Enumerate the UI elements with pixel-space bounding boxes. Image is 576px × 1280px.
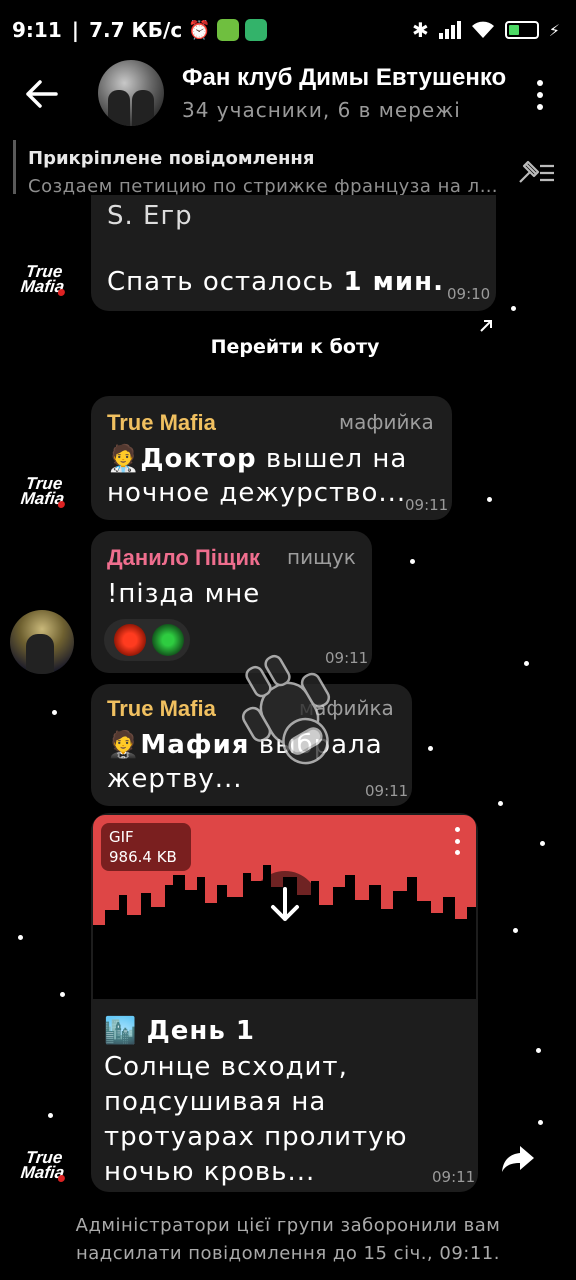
sender-role: мафийка: [339, 410, 434, 434]
battery-icon: [504, 21, 539, 39]
download-button[interactable]: [251, 871, 319, 939]
status-time: 9:11: [12, 18, 62, 42]
true-mafia-avatar[interactable]: True Mafia: [16, 262, 70, 300]
message-line: S. Егр: [107, 201, 193, 231]
astronaut-sticker-icon: [241, 654, 331, 765]
go-to-bot-button[interactable]: Перейти к боту: [0, 336, 576, 358]
message-time: 09:11: [365, 782, 409, 800]
app-notification-icon: [216, 19, 239, 41]
city-emoji: 🏙️: [104, 1016, 138, 1046]
message-text: Спать осталось 1 мин.: [107, 267, 444, 297]
sender-name[interactable]: True Mafia: [107, 696, 216, 722]
pinned-title: Прикріплене повідомлення: [28, 148, 315, 169]
bluetooth-icon: ✱: [412, 18, 429, 42]
mafia-emoji: 🤵: [107, 730, 141, 760]
chat-member-count: 34 учасники, 6 в мережі: [182, 98, 461, 122]
pinned-indicator: [13, 140, 16, 194]
sender-role: пищук: [287, 545, 356, 569]
message-title: 🏙️ День 1: [104, 1016, 255, 1046]
true-mafia-avatar[interactable]: True Mafia: [16, 1148, 70, 1186]
user-avatar[interactable]: [10, 610, 74, 674]
network-speed: 7.7 КБ/с: [89, 18, 183, 42]
group-avatar[interactable]: [98, 60, 164, 126]
message-bubble[interactable]: S. Егр Спать осталось 1 мин. 09:10: [91, 195, 496, 311]
status-divider: |: [71, 18, 80, 42]
signal-icon: [438, 21, 461, 39]
message-line: тротуарах пролитую: [104, 1122, 408, 1152]
charging-icon: ⚡: [548, 20, 560, 40]
message-line: ночью кровь...: [104, 1157, 316, 1187]
message-bubble[interactable]: True Mafia мафийка 🧑‍⚕️Доктор вышел на н…: [91, 396, 452, 520]
wifi-icon: [471, 21, 494, 38]
back-arrow-icon[interactable]: [24, 78, 60, 110]
message-line: ночное дежурство...: [107, 478, 407, 508]
restriction-notice: Адміністратори цієї групи заборонили вам…: [75, 1215, 501, 1264]
true-mafia-avatar[interactable]: True Mafia: [16, 474, 70, 512]
status-bar: 9:11 | 7.7 КБ/с ⏰ ✱ ⚡: [0, 0, 576, 60]
message-time: 09:11: [405, 496, 449, 514]
message-line: подсушивая на: [104, 1087, 327, 1117]
heart-fire-reaction-icon[interactable]: [114, 624, 146, 656]
pinned-message-bar[interactable]: Прикріплене повідомлення Создаем петицию…: [0, 136, 576, 202]
download-icon: [271, 887, 299, 921]
message-text: !пізда мне: [107, 579, 261, 609]
sender-name[interactable]: True Mafia: [107, 410, 216, 436]
alarm-icon: ⏰: [188, 19, 211, 41]
message-line: Солнце всходит,: [104, 1052, 348, 1082]
message-time: 09:10: [447, 285, 491, 303]
sender-name[interactable]: Данило Піщик: [107, 545, 260, 571]
gif-menu-icon[interactable]: [451, 827, 463, 855]
chat-header: Фан клуб Димы Евтушенко 34 учасники, 6 в…: [0, 60, 576, 130]
doctor-emoji: 🧑‍⚕️: [107, 444, 141, 474]
gif-badge: GIF 986.4 KB: [101, 823, 191, 871]
message-time: 09:11: [432, 1168, 476, 1186]
pinned-text: Создаем петицию по стрижке француза на л…: [28, 176, 504, 197]
walking-app-icon: [244, 19, 267, 41]
external-link-icon: [480, 320, 492, 332]
gif-media[interactable]: GIF 986.4 KB: [93, 815, 476, 999]
more-options-icon[interactable]: [530, 80, 550, 110]
pin-list-icon[interactable]: [516, 158, 556, 188]
forward-icon[interactable]: [500, 1142, 536, 1174]
reactions-pill[interactable]: [104, 619, 190, 661]
message-text: 🧑‍⚕️Доктор вышел на: [107, 444, 408, 474]
green-sticker-reaction-icon[interactable]: [152, 624, 184, 656]
chat-title[interactable]: Фан клуб Димы Евтушенко: [182, 64, 512, 92]
